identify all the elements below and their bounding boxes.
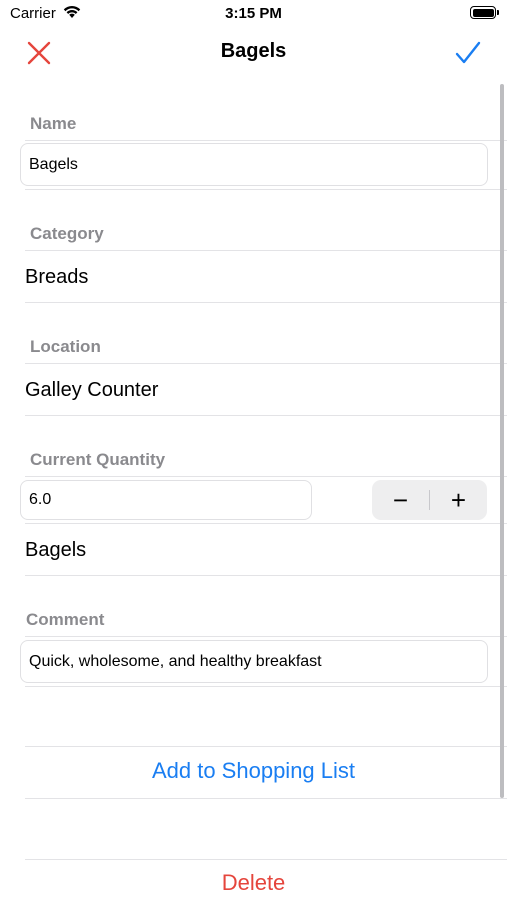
separator [25,415,507,416]
separator [25,746,507,747]
category-label: Category [30,224,104,243]
decrement-button[interactable]: − [372,480,429,520]
quantity-field[interactable] [20,480,312,520]
status-time: 3:15 PM [225,5,282,22]
separator [25,859,507,860]
done-button[interactable] [453,38,483,68]
separator [25,476,507,477]
increment-button[interactable]: + [430,480,487,520]
separator [25,636,507,637]
delete-button[interactable]: Delete [0,870,507,896]
separator [25,250,507,251]
separator [25,363,507,364]
quantity-label: Current Quantity [30,450,166,469]
separator [25,523,507,524]
page-title: Bagels [220,40,287,62]
category-value[interactable]: Breads [25,266,88,289]
status-bar: Carrier 3:15 PM [0,0,507,28]
separator [25,140,507,141]
separator [25,686,507,687]
separator [25,302,507,303]
checkmark-icon [455,41,481,64]
name-field[interactable] [20,143,488,186]
comment-field[interactable] [20,640,488,683]
scrollbar[interactable] [500,84,504,798]
battery-icon [470,6,496,19]
quantity-stepper[interactable]: − + [372,480,487,520]
location-label: Location [30,337,101,356]
battery-tip [497,10,499,15]
separator [25,189,507,190]
separator [25,798,507,799]
unit-value[interactable]: Bagels [25,539,86,562]
add-to-shopping-list-button[interactable]: Add to Shopping List [0,758,507,784]
comment-label: Comment [26,610,105,629]
name-label: Name [30,114,77,133]
separator [25,575,507,576]
location-value[interactable]: Galley Counter [25,379,158,402]
